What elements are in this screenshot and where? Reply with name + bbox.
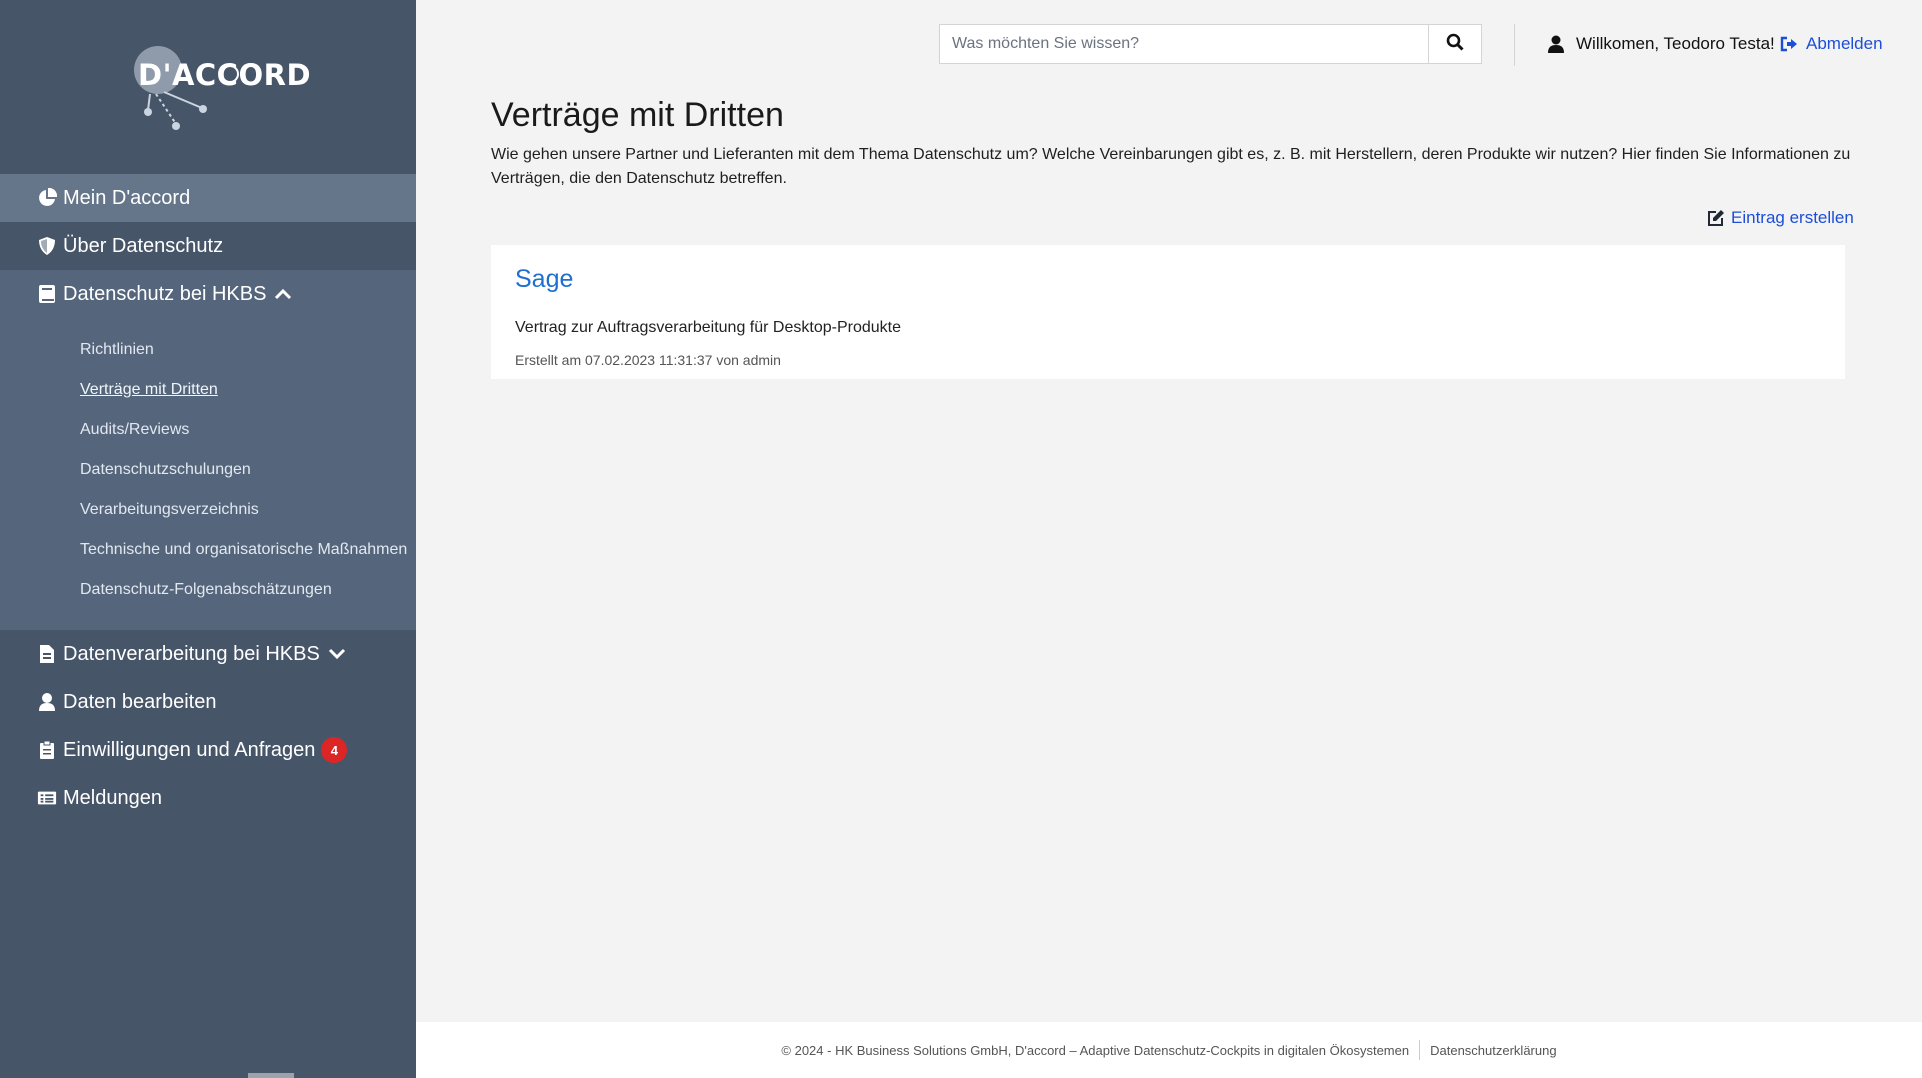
sidebar-item-label: Datenschutz bei HKBS: [63, 282, 267, 305]
sidebar-item-datenschutz-bei-hkbs[interactable]: Datenschutz bei HKBS: [0, 270, 416, 318]
logout-link[interactable]: Abmelden: [1780, 34, 1883, 54]
privacy-policy-link[interactable]: Datenschutzerklärung: [1430, 1043, 1556, 1058]
header-divider: [1514, 24, 1515, 66]
submenu-item-datenschutzschulungen[interactable]: Datenschutzschulungen: [0, 450, 416, 490]
user-icon: [37, 692, 57, 712]
welcome-text: Willkomen, Teodoro Testa!: [1576, 34, 1775, 53]
welcome-message: Willkomen, Teodoro Testa!: [1548, 34, 1775, 54]
create-entry-link[interactable]: Eintrag erstellen: [1707, 208, 1854, 228]
sidebar-item-meldungen[interactable]: Meldungen: [0, 774, 416, 822]
create-entry-label: Eintrag erstellen: [1731, 208, 1854, 227]
sidebar-item-label: Einwilligungen und Anfragen: [63, 738, 316, 761]
submenu-item-tom[interactable]: Technische und organisatorische Maßnahme…: [0, 530, 416, 570]
entry-meta: Erstellt am 07.02.2023 11:31:37 von admi…: [515, 352, 781, 368]
footer-copyright: © 2024 - HK Business Solutions GmbH, D'a…: [781, 1042, 1410, 1058]
logo-text: D'ACCORD: [138, 58, 312, 92]
sidebar-nav: Mein D'accord Über Datenschutz Datenschu…: [0, 174, 416, 822]
book-icon: [37, 284, 57, 304]
sign-out-icon: [1780, 36, 1798, 52]
sidebar-item-einwilligungen-und-anfragen[interactable]: Einwilligungen und Anfragen 4: [0, 726, 416, 774]
sidebar-item-datenverarbeitung-bei-hkbs[interactable]: Datenverarbeitung bei HKBS: [0, 630, 416, 678]
sidebar-item-label: Daten bearbeiten: [63, 690, 217, 713]
entry-subtitle: Vertrag zur Auftragsverarbeitung für Des…: [515, 319, 901, 336]
search-button[interactable]: [1428, 25, 1481, 63]
sidebar-item-label: Datenverarbeitung bei HKBS: [63, 642, 320, 665]
search-input[interactable]: [940, 25, 1428, 63]
sidebar-item-label: Mein D'accord: [63, 186, 191, 209]
search-icon: [1446, 33, 1464, 56]
sidebar-item-label: Über Datenschutz: [63, 234, 224, 257]
page-description: Wie gehen unsere Partner und Lieferanten…: [491, 146, 1851, 187]
daccord-logo[interactable]: D'ACCORD: [120, 40, 311, 140]
notification-count-badge: 4: [321, 737, 348, 763]
logout-label: Abmelden: [1806, 34, 1883, 53]
submenu-item-dsfa[interactable]: Datenschutz-Folgenabschätzungen: [0, 570, 416, 610]
sidebar: D'ACCORD Mein D'accord Über Datenschutz …: [0, 0, 416, 1078]
sidebar-item-ueber-datenschutz[interactable]: Über Datenschutz: [0, 222, 416, 270]
user-icon: [1548, 35, 1564, 53]
search-bar: [939, 24, 1482, 64]
sidebar-scrollbar[interactable]: [248, 1073, 294, 1078]
clipboard-icon: [37, 740, 57, 760]
pie-chart-icon: [37, 188, 57, 208]
submenu-item-richtlinien[interactable]: Richtlinien: [0, 330, 416, 370]
shield-icon: [37, 236, 57, 256]
entry-card: Sage Vertrag zur Auftragsverarbeitung fü…: [491, 245, 1845, 379]
sidebar-item-daten-bearbeiten[interactable]: Daten bearbeiten: [0, 678, 416, 726]
submenu-item-verarbeitungsverzeichnis[interactable]: Verarbeitungsverzeichnis: [0, 490, 416, 530]
sidebar-item-label: Meldungen: [63, 786, 162, 809]
submenu-item-audits-reviews[interactable]: Audits/Reviews: [0, 410, 416, 450]
list-icon: [37, 788, 57, 808]
submenu-datenschutz-bei-hkbs: Richtlinien Verträge mit Dritten Audits/…: [0, 318, 416, 630]
page-title: Verträge mit Dritten: [491, 96, 784, 134]
edit-icon: [1707, 209, 1725, 227]
chevron-down-icon: [328, 647, 346, 661]
footer: © 2024 - HK Business Solutions GmbH, D'a…: [416, 1022, 1922, 1078]
file-icon: [37, 644, 57, 664]
chevron-up-icon: [274, 287, 292, 301]
footer-divider: [1419, 1040, 1421, 1060]
entry-title-link[interactable]: Sage: [515, 265, 573, 294]
submenu-item-vertraege-mit-dritten[interactable]: Verträge mit Dritten: [0, 370, 416, 410]
sidebar-item-mein-daccord[interactable]: Mein D'accord: [0, 174, 416, 222]
